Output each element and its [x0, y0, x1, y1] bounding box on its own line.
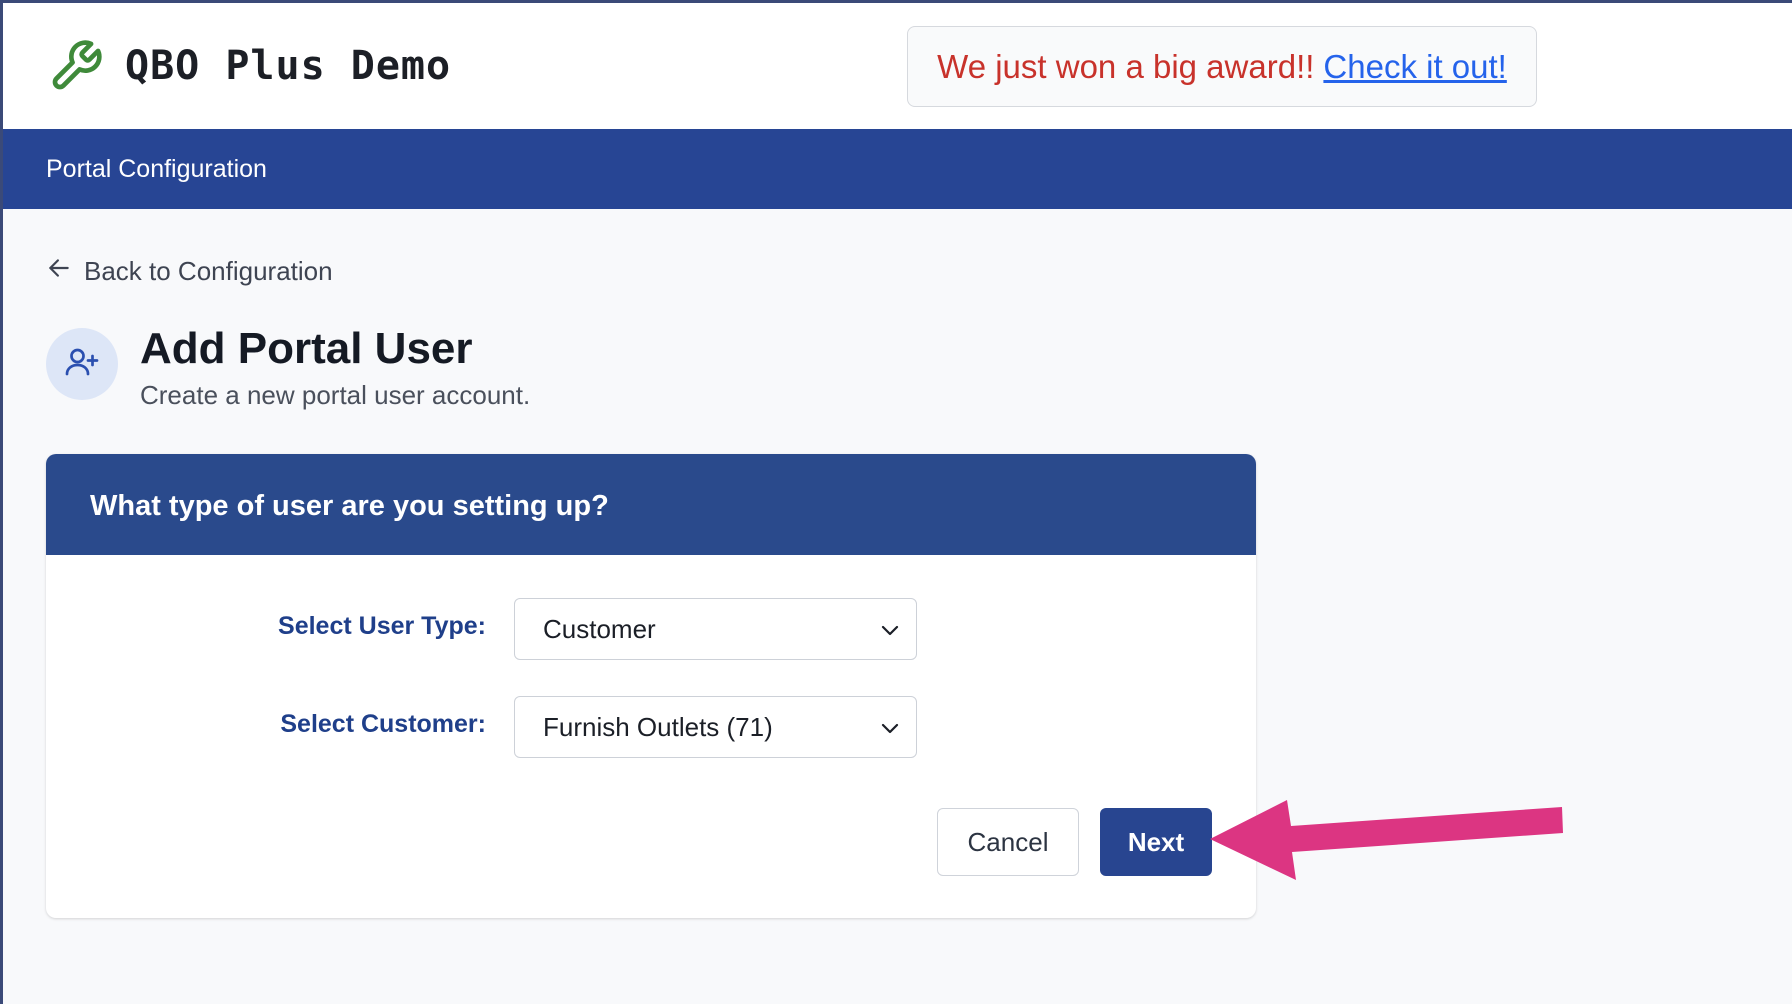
arrow-left-icon: [46, 255, 84, 288]
page-title: Add Portal User: [140, 324, 473, 373]
customer-label: Select Customer:: [280, 710, 486, 738]
card-title: What type of user are you setting up?: [90, 490, 609, 522]
customer-value: Furnish Outlets (71): [543, 711, 773, 742]
user-plus-icon: [64, 344, 100, 385]
user-type-card: What type of user are you setting up? Se…: [46, 454, 1256, 918]
cancel-button[interactable]: Cancel: [937, 808, 1079, 876]
window-top-border: [0, 0, 1792, 3]
window-left-border: [0, 0, 3, 1004]
page-subtitle: Create a new portal user account.: [140, 380, 531, 410]
top-navbar: Portal Configuration: [0, 129, 1792, 209]
award-text: We just won a big award!!: [937, 47, 1315, 85]
customer-select[interactable]: Furnish Outlets (71): [514, 696, 917, 758]
app-title: QBO Plus Demo: [125, 43, 452, 89]
award-link[interactable]: Check it out!: [1323, 48, 1506, 86]
user-type-label: Select User Type:: [278, 612, 486, 640]
back-link-label: Back to Configuration: [84, 255, 333, 286]
back-to-configuration-link[interactable]: Back to Configuration: [46, 253, 333, 289]
wrench-icon: [48, 38, 104, 94]
navbar-title[interactable]: Portal Configuration: [46, 153, 267, 185]
next-button[interactable]: Next: [1100, 808, 1212, 876]
card-header: What type of user are you setting up?: [46, 454, 1256, 555]
app-header: QBO Plus Demo We just won a big award!! …: [0, 0, 1792, 129]
annotation-arrow-icon: [1210, 800, 1563, 880]
user-avatar-circle: [46, 328, 118, 400]
user-type-select[interactable]: Customer: [514, 598, 917, 660]
award-banner: We just won a big award!! Check it out!: [907, 26, 1537, 107]
user-type-value: Customer: [543, 613, 656, 644]
